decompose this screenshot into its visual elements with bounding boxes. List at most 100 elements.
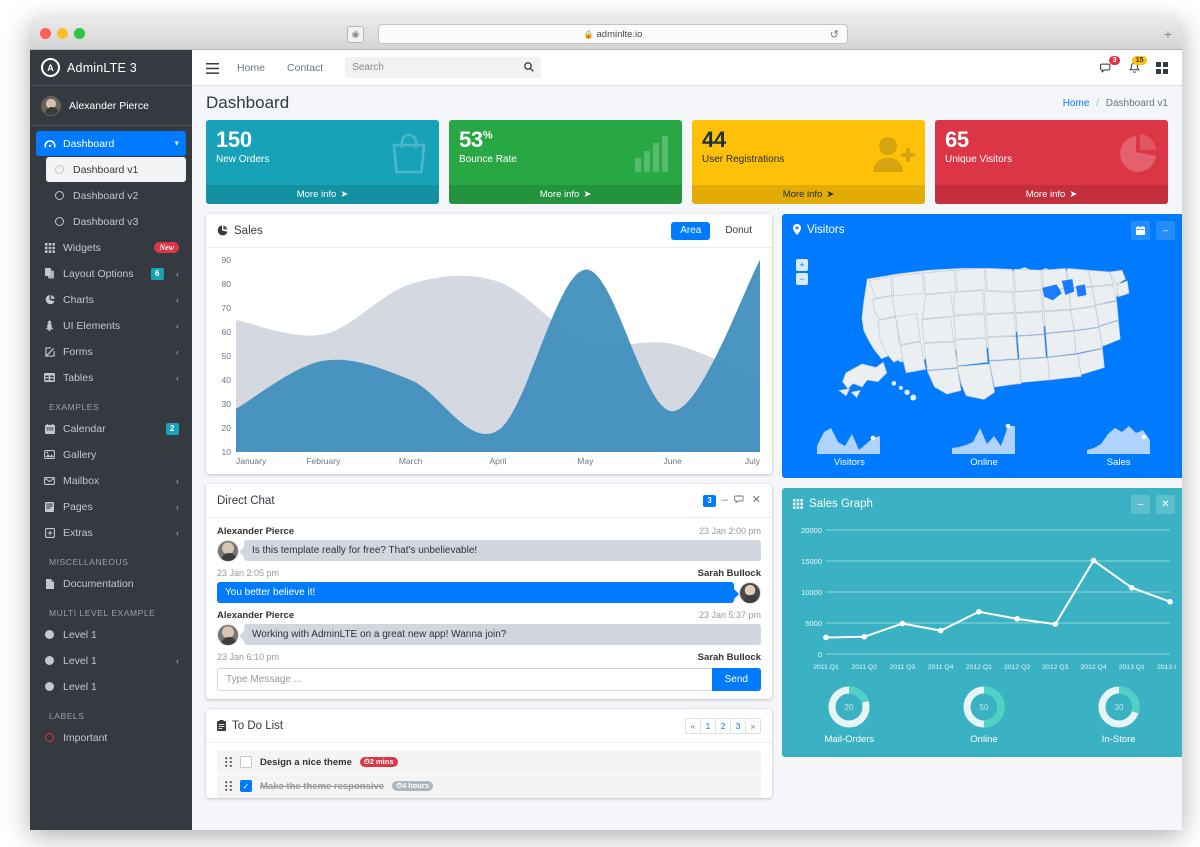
sidebar-item-calendar[interactable]: Calendar 2: [36, 416, 186, 441]
navbar-link-contact[interactable]: Contact: [287, 62, 323, 74]
sparkline-sales[interactable]: Sales: [1051, 424, 1182, 468]
sidebar-item-level1-a[interactable]: Level 1: [36, 622, 186, 647]
small-box-footer[interactable]: More info ➤: [449, 185, 682, 204]
sidebar-item-dashboard-v1[interactable]: Dashboard v1: [46, 157, 186, 182]
search-input[interactable]: [352, 62, 525, 73]
pagination-page-2[interactable]: 2: [715, 717, 731, 734]
tab-area[interactable]: Area: [671, 221, 711, 240]
chat-message-input[interactable]: [217, 668, 712, 691]
sales-title-text: Sales: [234, 224, 263, 237]
sidebar-item-widgets[interactable]: Widgets New: [36, 235, 186, 260]
y-tick-label: 20000: [801, 526, 822, 535]
sidebar-item-level1-b[interactable]: Level 1 ‹: [36, 648, 186, 673]
sidebar-item-level1-c[interactable]: Level 1: [36, 674, 186, 699]
usa-map[interactable]: [782, 246, 1182, 418]
bars-icon[interactable]: [206, 60, 219, 75]
pagination-page-3[interactable]: 3: [730, 717, 746, 734]
drag-handle-icon[interactable]: [225, 781, 232, 791]
x-tick-label: 2012 Q1: [966, 664, 992, 671]
progress-mail-orders[interactable]: 20 Mail-Orders: [782, 684, 917, 745]
sidebar-item-dashboard-v2[interactable]: Dashboard v2: [46, 183, 186, 208]
th-large-icon[interactable]: [1156, 61, 1168, 74]
send-button[interactable]: Send: [711, 668, 761, 691]
minimize-window-button[interactable]: [57, 28, 68, 39]
x-tick-label: 2011 Q2: [851, 664, 877, 671]
sidebar-item-dashboard[interactable]: Dashboard ▾: [36, 131, 186, 156]
sidebar-user-panel[interactable]: Alexander Pierce: [30, 86, 192, 126]
small-box-text: User Registrations: [702, 154, 785, 166]
close-window-button[interactable]: [40, 28, 51, 39]
calendar-icon[interactable]: [1131, 220, 1150, 240]
left-column: Sales Area Donut 10 20 30 40 50 60 70 80 90 Janua…: [206, 204, 772, 799]
search-box[interactable]: [345, 57, 542, 78]
pagination[interactable]: « 1 2 3 »: [685, 717, 761, 734]
widgets-new-badge: New: [154, 242, 179, 253]
todo-item[interactable]: ✓ Make the theme responsive ⏱4 hours: [217, 775, 761, 798]
chat-message: Alexander Pierce 23 Jan 5:37 pm Working …: [217, 610, 761, 652]
sidebar-item-documentation[interactable]: Documentation: [36, 571, 186, 596]
pagination-prev[interactable]: «: [685, 717, 701, 734]
window-controls[interactable]: [40, 28, 85, 39]
sidebar-item-tables[interactable]: Tables ‹: [36, 365, 186, 390]
comments-icon[interactable]: 3: [1100, 56, 1120, 73]
chat-timestamp: 23 Jan 5:37 pm: [698, 610, 761, 620]
sidebar-item-pages[interactable]: Pages ‹: [36, 494, 186, 519]
small-box-new-orders[interactable]: 150 New Orders More info ➤: [206, 120, 439, 204]
sidebar-item-layout-options[interactable]: Layout Options 6 ‹: [36, 261, 186, 286]
sidebar-item-charts[interactable]: Charts ‹: [36, 287, 186, 312]
small-box-footer[interactable]: More info ➤: [935, 185, 1168, 204]
tab-donut[interactable]: Donut: [716, 222, 761, 240]
y-tick-label: 5000: [805, 619, 822, 628]
small-box-unique-visitors[interactable]: 65 Unique Visitors More info ➤: [935, 120, 1168, 204]
drag-handle-icon[interactable]: [225, 757, 232, 767]
chat-timestamp: 23 Jan 2:00 pm: [698, 526, 761, 536]
map-zoom-controls[interactable]: + −: [796, 259, 808, 285]
sparkline-online[interactable]: Online: [917, 424, 1052, 468]
todo-tools: « 1 2 3 »: [685, 717, 761, 734]
sidebar-item-dashboard-v3[interactable]: Dashboard v3: [46, 209, 186, 234]
arrow-circle-right-icon: ➤: [583, 189, 592, 200]
progress-in-store[interactable]: 30 In-Store: [1051, 684, 1182, 745]
sales-graph-title-text: Sales Graph: [809, 498, 873, 510]
new-tab-button[interactable]: +: [1164, 27, 1172, 41]
minus-icon[interactable]: –: [1156, 220, 1175, 240]
breadcrumb-home[interactable]: Home: [1063, 98, 1090, 109]
arrow-circle-right-icon: ➤: [826, 189, 835, 200]
sidebar-item-gallery[interactable]: Gallery: [36, 442, 186, 467]
small-box-footer[interactable]: More info ➤: [206, 185, 439, 204]
todo-checkbox[interactable]: ✓: [240, 780, 252, 792]
chevron-left-icon: ‹: [176, 372, 179, 383]
y-tick-label: 20: [221, 423, 231, 433]
progress-online[interactable]: 50 Online: [917, 684, 1052, 745]
maximize-window-button[interactable]: [74, 28, 85, 39]
zoom-in-button[interactable]: +: [796, 259, 808, 271]
todo-item[interactable]: Design a nice theme ⏱2 mins: [217, 751, 761, 774]
minus-icon[interactable]: –: [1131, 494, 1150, 514]
bell-icon[interactable]: 15: [1129, 56, 1147, 74]
sidebar-item-forms[interactable]: Forms ‹: [36, 339, 186, 364]
sparkline-visitors[interactable]: Visitors: [782, 424, 917, 468]
sidebar-item-extras[interactable]: Extras ‹: [36, 520, 186, 545]
pagination-page-1[interactable]: 1: [700, 717, 716, 734]
comments-icon[interactable]: [733, 495, 746, 506]
small-box-footer[interactable]: More info ➤: [692, 185, 925, 204]
brand-link[interactable]: A AdminLTE 3: [30, 50, 192, 86]
pagination-next[interactable]: »: [745, 717, 761, 734]
messages-badge: 3: [1109, 56, 1120, 66]
chat-author: Alexander Pierce: [217, 526, 295, 537]
todo-checkbox[interactable]: [240, 756, 252, 768]
zoom-out-button[interactable]: −: [796, 273, 808, 285]
sidebar-item-mailbox[interactable]: Mailbox ‹: [36, 468, 186, 493]
reload-icon[interactable]: ↺: [830, 28, 839, 41]
times-icon[interactable]: ✕: [752, 495, 761, 506]
minus-icon[interactable]: –: [722, 495, 728, 506]
navbar-link-home[interactable]: Home: [237, 62, 265, 74]
sidebar-item-important[interactable]: Important: [36, 725, 186, 750]
url-bar[interactable]: 🔒 adminlte.io ↺: [378, 24, 848, 44]
reader-view-icon[interactable]: ◉: [347, 26, 364, 43]
search-icon[interactable]: [524, 62, 535, 73]
times-icon[interactable]: ✕: [1156, 494, 1175, 514]
small-box-bounce-rate[interactable]: 53% Bounce Rate More info ➤: [449, 120, 682, 204]
sidebar-item-ui-elements[interactable]: UI Elements ‹: [36, 313, 186, 338]
small-box-user-registrations[interactable]: 44 User Registrations More info ➤: [692, 120, 925, 204]
